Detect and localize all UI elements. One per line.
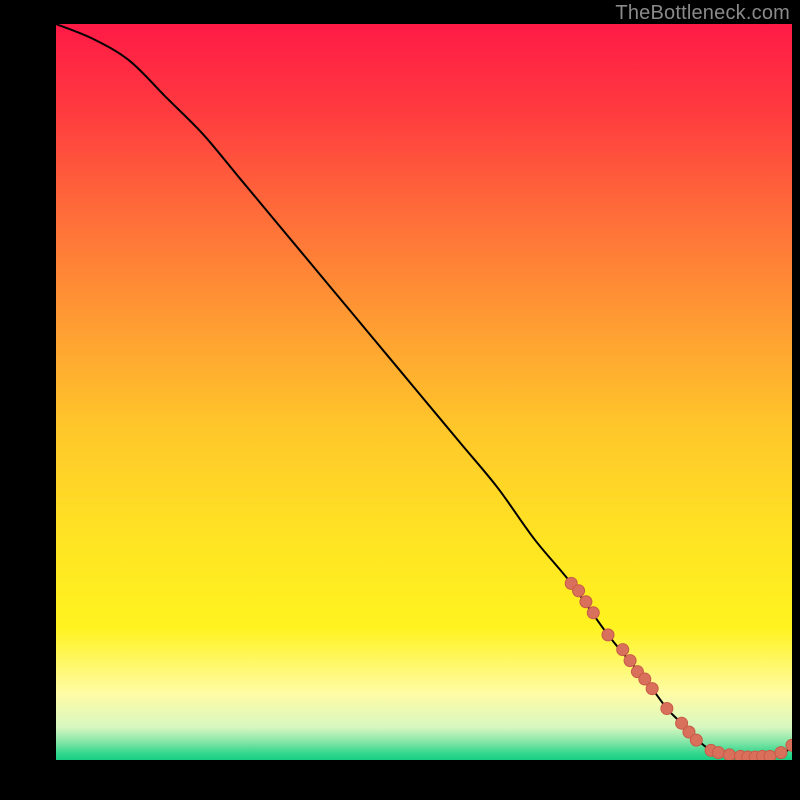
data-marker (624, 655, 636, 667)
data-markers (565, 577, 792, 760)
data-marker (617, 644, 629, 656)
data-marker (786, 739, 792, 751)
data-marker (602, 629, 614, 641)
data-marker (712, 747, 724, 759)
data-marker (587, 607, 599, 619)
data-marker (723, 749, 735, 760)
data-marker (690, 734, 702, 746)
data-marker (764, 750, 776, 760)
chart-stage: TheBottleneck.com (0, 0, 800, 800)
plot-area (56, 24, 792, 760)
data-marker (573, 585, 585, 597)
attribution-text: TheBottleneck.com (615, 2, 790, 25)
data-marker (580, 596, 592, 608)
main-curve (56, 24, 792, 757)
data-marker (775, 747, 787, 759)
data-marker (646, 683, 658, 695)
curve-layer (56, 24, 792, 760)
data-marker (661, 702, 673, 714)
